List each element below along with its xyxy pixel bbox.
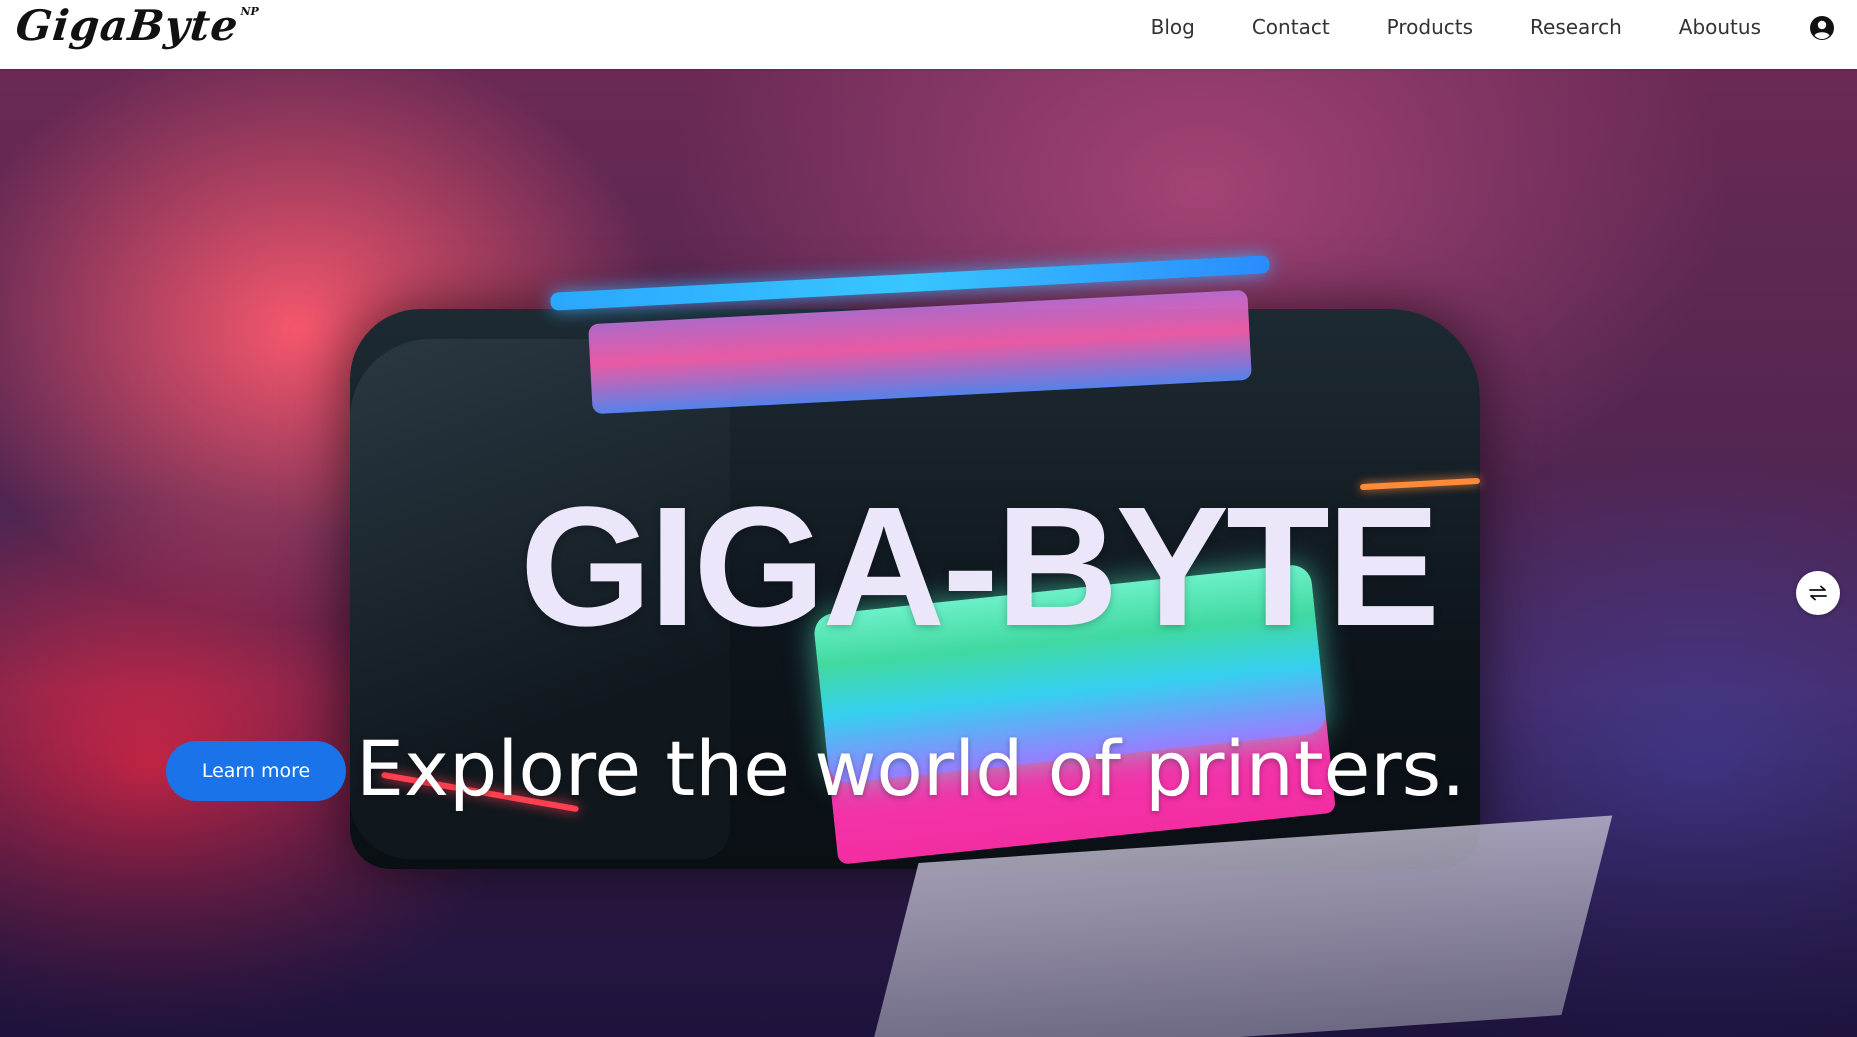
- nav-link-research[interactable]: Research: [1530, 15, 1622, 39]
- hero-banner: GIGA-BYTE Learn more Explore the world o…: [0, 69, 1857, 1037]
- nav-links: Blog Contact Products Research Aboutus: [1151, 0, 1761, 54]
- brand-logo[interactable]: GigaByte NP: [13, 0, 259, 52]
- brand-name: GigaByte: [13, 1, 242, 50]
- nav-link-contact[interactable]: Contact: [1252, 15, 1330, 39]
- nav-link-blog[interactable]: Blog: [1151, 15, 1195, 39]
- brand-superscript: NP: [240, 5, 259, 18]
- hero-subtitle: Explore the world of printers.: [356, 724, 1466, 813]
- nav-link-products[interactable]: Products: [1387, 15, 1473, 39]
- page: GigaByte NP Blog Contact Products Resear…: [0, 0, 1857, 1037]
- hero-title: GIGA-BYTE: [519, 472, 1440, 662]
- nav-link-aboutus[interactable]: Aboutus: [1679, 15, 1761, 39]
- swap-arrows-icon[interactable]: [1796, 571, 1840, 615]
- learn-more-button[interactable]: Learn more: [166, 741, 346, 801]
- user-circle-icon[interactable]: [1809, 15, 1835, 41]
- navbar: GigaByte NP Blog Contact Products Resear…: [0, 0, 1857, 69]
